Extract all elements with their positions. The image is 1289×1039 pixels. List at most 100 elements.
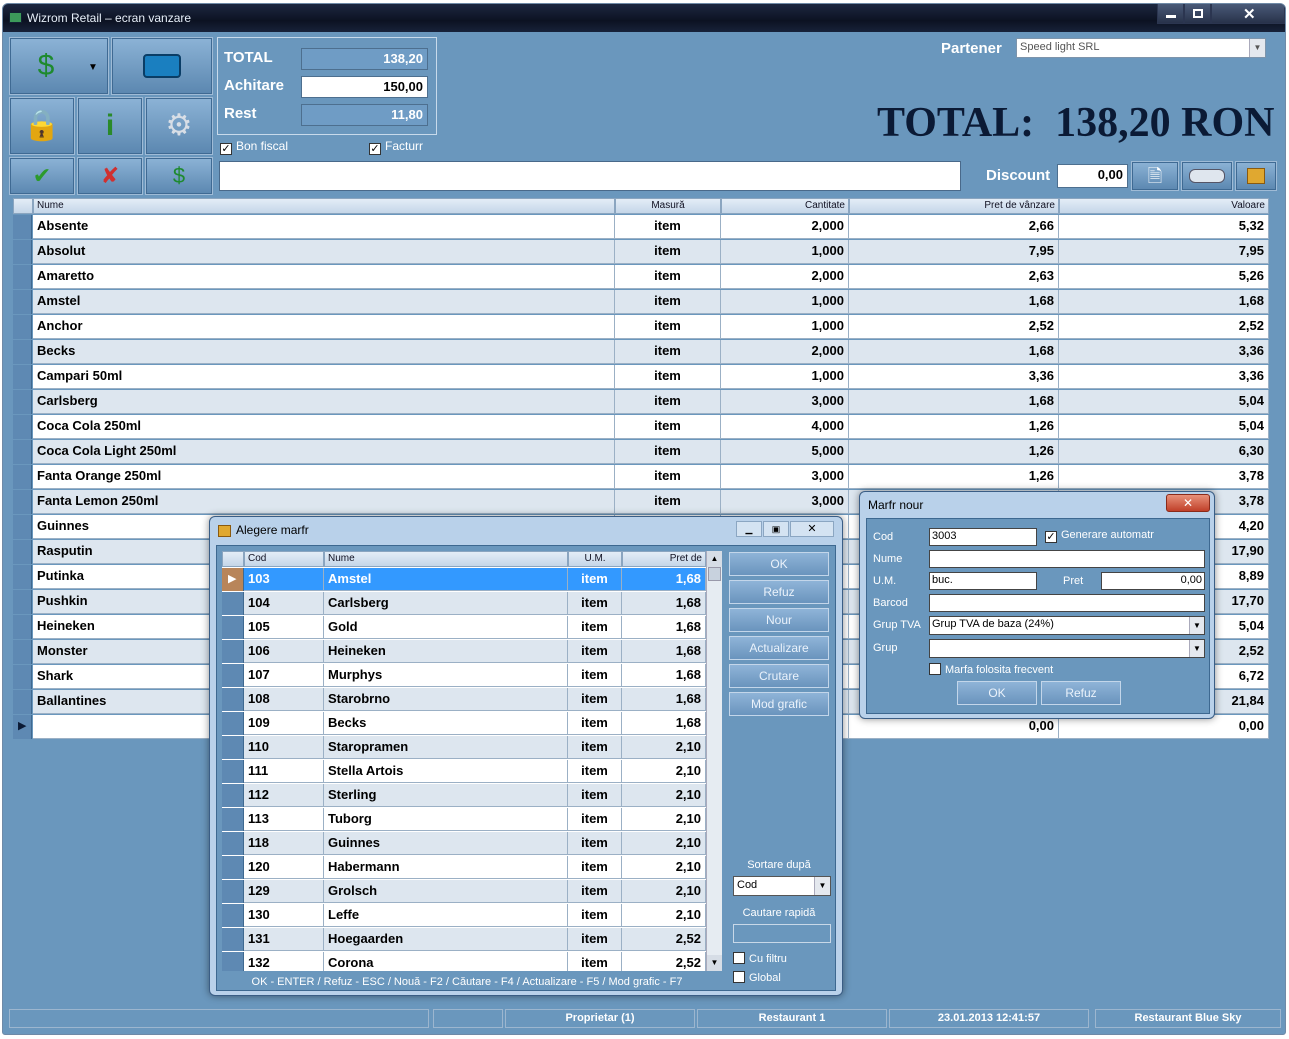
scroll-down-icon[interactable]: ▼ <box>707 955 722 971</box>
grid-row[interactable]: Amaretto item 2,000 2,63 5,26 <box>13 265 1269 290</box>
grid-row[interactable]: Amstel item 1,000 1,68 1,68 <box>13 290 1269 315</box>
card-payment-button[interactable] <box>111 37 213 95</box>
cell-cantitate[interactable]: 3,000 <box>721 490 849 514</box>
alegere-ok-button[interactable]: OK <box>729 552 829 576</box>
cell-um[interactable]: item <box>568 760 622 783</box>
row-indicator[interactable] <box>222 952 244 971</box>
cell-cod[interactable]: 105 <box>244 616 324 639</box>
cell-valoare[interactable]: 1,68 <box>1059 290 1269 314</box>
generare-automata-checkbox[interactable]: ✓ Generare automatr <box>1045 529 1154 543</box>
row-indicator[interactable] <box>13 290 32 314</box>
cell-um[interactable]: item <box>568 712 622 735</box>
cell-pret[interactable]: 2,10 <box>622 808 706 831</box>
cell-cantitate[interactable]: 2,000 <box>721 265 849 289</box>
grid-header-masura[interactable]: Masură <box>615 198 721 214</box>
cell-um[interactable]: item <box>568 808 622 831</box>
alegere-row[interactable]: 131 Hoegaarden item 2,52 <box>222 928 706 952</box>
cell-nume[interactable]: Coca Cola Light 250ml <box>33 440 615 464</box>
cell-masura[interactable]: item <box>615 490 721 514</box>
cell-cod[interactable]: 132 <box>244 952 324 971</box>
info-button[interactable]: i <box>77 97 143 155</box>
cell-pret[interactable]: 2,52 <box>622 928 706 951</box>
cell-pret[interactable]: 3,36 <box>849 365 1059 389</box>
cell-nume[interactable]: Sterling <box>324 784 568 807</box>
grid-header-pret[interactable]: Pret de vânzare <box>849 198 1059 214</box>
row-indicator[interactable] <box>222 904 244 927</box>
alegere-cautare-button[interactable]: Crutare <box>729 664 829 688</box>
cell-um[interactable]: item <box>568 640 622 663</box>
row-indicator[interactable] <box>13 465 32 489</box>
cell-nume[interactable]: Gold <box>324 616 568 639</box>
row-indicator[interactable] <box>222 688 244 711</box>
cell-pret[interactable]: 1,68 <box>849 390 1059 414</box>
product-button[interactable] <box>1235 161 1277 191</box>
cell-masura[interactable]: item <box>615 240 721 264</box>
cell-valoare[interactable]: 2,52 <box>1059 315 1269 339</box>
cell-nume[interactable]: Guinnes <box>324 832 568 855</box>
barcode-input[interactable] <box>219 161 961 191</box>
cell-cantitate[interactable]: 5,000 <box>721 440 849 464</box>
row-indicator[interactable] <box>13 340 32 364</box>
cell-um[interactable]: item <box>568 616 622 639</box>
close-button[interactable]: ✕ <box>790 521 834 537</box>
alegere-refuz-button[interactable]: Refuz <box>729 580 829 604</box>
cell-nume[interactable]: Staropramen <box>324 736 568 759</box>
cell-pret[interactable]: 7,95 <box>849 240 1059 264</box>
cell-valoare[interactable]: 5,04 <box>1059 390 1269 414</box>
quick-search-input[interactable] <box>733 924 831 943</box>
cell-um[interactable]: item <box>568 784 622 807</box>
cell-cantitate[interactable]: 3,000 <box>721 465 849 489</box>
confirm-button[interactable]: ✔ <box>9 157 75 195</box>
cell-nume[interactable]: Murphys <box>324 664 568 687</box>
cell-cod[interactable]: 104 <box>244 592 324 615</box>
cell-nume[interactable]: Absolut <box>33 240 615 264</box>
cell-pret[interactable]: 2,52 <box>622 952 706 971</box>
cell-cantitate[interactable]: 3,000 <box>721 390 849 414</box>
marfa-noua-refuz-button[interactable]: Refuz <box>1041 681 1121 705</box>
row-indicator[interactable] <box>13 215 32 239</box>
sort-select[interactable]: Cod ▼ <box>733 876 831 896</box>
bon-fiscal-checkbox[interactable]: ✓ Bon fiscal <box>220 139 288 155</box>
row-indicator[interactable] <box>13 390 32 414</box>
cell-valoare[interactable]: 3,36 <box>1059 365 1269 389</box>
cell-cod[interactable]: 107 <box>244 664 324 687</box>
scroll-up-icon[interactable]: ▲ <box>707 551 722 567</box>
cell-nume[interactable]: Starobrno <box>324 688 568 711</box>
grid-row[interactable]: Absente item 2,000 2,66 5,32 <box>13 215 1269 240</box>
grup-tva-select[interactable]: Grup TVA de baza (24%) ▼ <box>929 616 1205 635</box>
cell-pret[interactable]: 1,68 <box>622 568 706 591</box>
nume-input[interactable] <box>929 550 1205 568</box>
row-indicator[interactable] <box>222 616 244 639</box>
partner-select[interactable]: Speed light SRL ▼ <box>1016 38 1266 58</box>
global-checkbox[interactable]: Global <box>733 971 781 984</box>
cell-cod[interactable]: 108 <box>244 688 324 711</box>
factura-checkbox[interactable]: ✓ Facturr <box>369 139 423 155</box>
cell-nume[interactable]: Leffe <box>324 904 568 927</box>
row-indicator[interactable] <box>222 760 244 783</box>
cell-pret[interactable]: 1,68 <box>622 712 706 735</box>
barcod-input[interactable] <box>929 594 1205 612</box>
cell-nume[interactable]: Fanta Orange 250ml <box>33 465 615 489</box>
cell-cod[interactable]: 109 <box>244 712 324 735</box>
row-indicator[interactable] <box>222 784 244 807</box>
cell-cantitate[interactable]: 1,000 <box>721 315 849 339</box>
cell-cantitate[interactable]: 1,000 <box>721 365 849 389</box>
row-indicator[interactable] <box>13 590 32 614</box>
cell-pret[interactable]: 1,68 <box>622 664 706 687</box>
cell-pret[interactable]: 1,68 <box>622 688 706 711</box>
lock-button[interactable]: 🔒 <box>9 97 75 155</box>
cell-nume[interactable]: Becks <box>33 340 615 364</box>
row-indicator[interactable] <box>13 365 32 389</box>
cell-nume[interactable]: Amaretto <box>33 265 615 289</box>
cell-pret[interactable]: 2,10 <box>622 784 706 807</box>
grid-row[interactable]: Campari 50ml item 1,000 3,36 3,36 <box>13 365 1269 390</box>
alegere-row[interactable]: 108 Starobrno item 1,68 <box>222 688 706 712</box>
cell-um[interactable]: item <box>568 736 622 759</box>
cell-cantitate[interactable]: 1,000 <box>721 240 849 264</box>
scroll-thumb[interactable] <box>708 567 721 581</box>
cell-nume[interactable]: Hoegaarden <box>324 928 568 951</box>
alegere-header-pret[interactable]: Pret de <box>622 551 706 567</box>
cell-nume[interactable]: Stella Artois <box>324 760 568 783</box>
alegere-header-nume[interactable]: Nume <box>324 551 568 567</box>
cell-cod[interactable]: 112 <box>244 784 324 807</box>
